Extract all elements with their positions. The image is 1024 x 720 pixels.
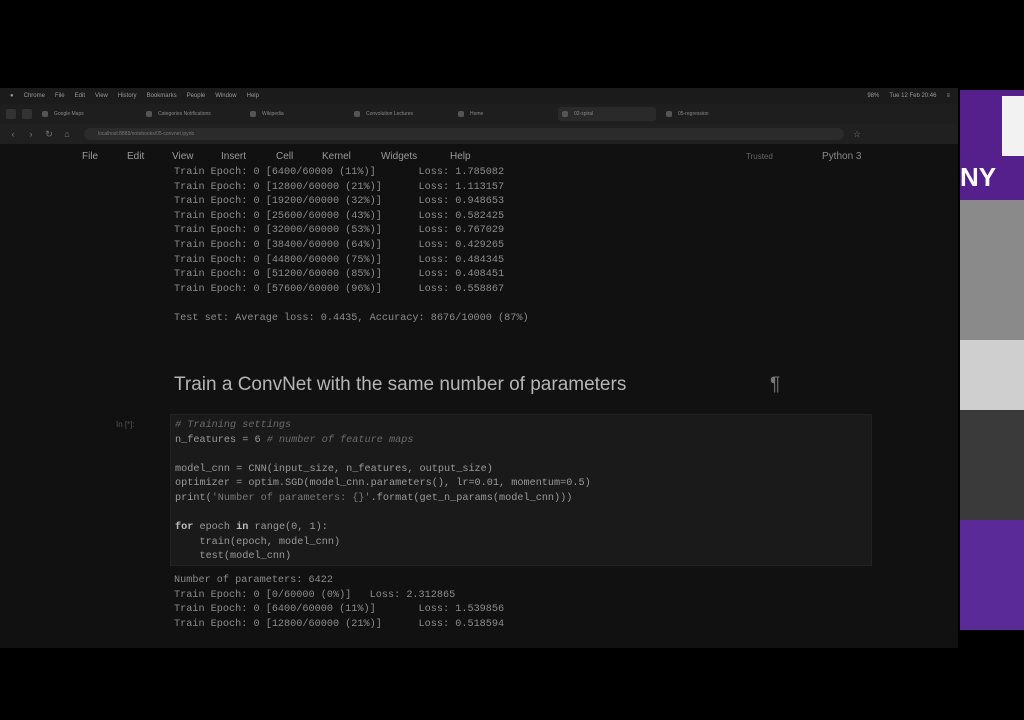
tab-regression[interactable]: 05-regression: [662, 107, 760, 121]
favicon-icon: [42, 111, 48, 117]
mac-menu-bookmarks[interactable]: Bookmarks: [147, 93, 177, 99]
jupyter-menubar: File Edit View Insert Cell Kernel Widget…: [0, 144, 958, 168]
menu-kernel[interactable]: Kernel: [322, 151, 351, 162]
presenter-side-panel: NY: [960, 90, 1024, 630]
menu-help[interactable]: Help: [450, 151, 471, 162]
output-top: Train Epoch: 0 [6400/60000 (11%)] Loss: …: [174, 166, 529, 327]
home-icon[interactable]: [6, 109, 16, 119]
nyu-logo-text: NY: [960, 162, 997, 192]
menu-cell[interactable]: Cell: [276, 151, 293, 162]
app-icon[interactable]: [22, 109, 32, 119]
markdown-heading: Train a ConvNet with the same number of …: [174, 374, 627, 395]
shadow-region: [960, 410, 1024, 520]
kernel-name[interactable]: Python 3: [822, 151, 861, 162]
menu-view[interactable]: View: [172, 151, 194, 162]
output-line: Number of parameters: 6422: [174, 575, 333, 586]
mac-menu-edit[interactable]: Edit: [75, 93, 85, 99]
code-keyword: for: [175, 522, 194, 534]
mac-menubar: ● Chrome File Edit View History Bookmark…: [0, 88, 958, 104]
favicon-icon: [666, 111, 672, 117]
trusted-indicator[interactable]: Trusted: [746, 152, 773, 161]
output-line: Train Epoch: 0 [25600/60000 (43%)] Loss:…: [174, 210, 505, 222]
menu-insert[interactable]: Insert: [221, 151, 246, 162]
apple-icon[interactable]: ●: [10, 93, 14, 99]
tab-google-maps[interactable]: Google Maps: [38, 107, 136, 121]
tab-categories[interactable]: Categories Notifications: [142, 107, 240, 121]
output-line: Test set: Average loss: 0.4435, Accuracy…: [174, 312, 529, 324]
output-line: Train Epoch: 0 [12800/60000 (21%)] Loss:…: [174, 181, 505, 193]
code-line: print(: [175, 492, 212, 504]
mac-menu-chrome[interactable]: Chrome: [24, 93, 45, 99]
favicon-icon: [250, 111, 256, 117]
code-line: range(0, 1):: [248, 522, 328, 534]
laptop-image: [960, 340, 1024, 410]
nyu-banner: NY: [960, 90, 1024, 200]
back-icon[interactable]: ‹: [8, 129, 18, 139]
nyu-banner-bottom: [960, 520, 1024, 630]
mac-menu-people[interactable]: People: [187, 93, 206, 99]
forward-icon[interactable]: ›: [26, 129, 36, 139]
code-string: 'Number of parameters: {}': [211, 492, 371, 504]
battery-status[interactable]: 98%: [867, 93, 879, 99]
favicon-icon: [354, 111, 360, 117]
menu-file[interactable]: File: [82, 151, 98, 162]
mac-menu-help[interactable]: Help: [247, 93, 259, 99]
output-bottom: Number of parameters: 6422 Train Epoch: …: [174, 574, 504, 632]
output-line: Train Epoch: 0 [32000/60000 (53%)] Loss:…: [174, 225, 505, 237]
tab-wikipedia[interactable]: Wikipedia: [246, 107, 344, 121]
reload-icon[interactable]: ↻: [44, 129, 54, 139]
clock[interactable]: Tue 12 Feb 20:46: [889, 93, 936, 99]
code-cell[interactable]: # Training settings n_features = 6 # num…: [170, 414, 872, 566]
tab-convolution[interactable]: Convolution Lectures: [350, 107, 448, 121]
torch-logo-icon: [1002, 96, 1024, 156]
output-line: Train Epoch: 0 [38400/60000 (64%)] Loss:…: [174, 239, 505, 251]
mac-menu-history[interactable]: History: [118, 93, 137, 99]
mac-menu-view[interactable]: View: [95, 93, 108, 99]
favicon-icon: [458, 111, 464, 117]
home-button-icon[interactable]: ⌂: [62, 129, 72, 139]
video-feed: [960, 200, 1024, 520]
output-line: Train Epoch: 0 [44800/60000 (75%)] Loss:…: [174, 254, 505, 266]
code-keyword: in: [236, 522, 249, 534]
output-line: Train Epoch: 0 [6400/60000 (11%)] Loss: …: [174, 167, 505, 178]
favicon-icon: [146, 111, 152, 117]
tab-spiral[interactable]: 02-spiral: [558, 107, 656, 121]
code-line: epoch: [193, 522, 237, 534]
output-line: Train Epoch: 0 [6400/60000 (11%)] Loss: …: [174, 604, 505, 616]
code-editor[interactable]: # Training settings n_features = 6 # num…: [175, 419, 591, 565]
star-icon[interactable]: ☆: [852, 129, 862, 139]
code-line: model_cnn = CNN(input_size, n_features, …: [175, 463, 493, 475]
mac-menu-window[interactable]: Window: [215, 93, 236, 99]
menu-widgets[interactable]: Widgets: [381, 151, 417, 162]
url-input[interactable]: localhost:8888/notebooks/05-convnet.ipyn…: [84, 128, 844, 140]
code-line: n_features = 6: [175, 434, 267, 446]
code-comment: # Training settings: [175, 420, 292, 431]
code-line: train(epoch, model_cnn): [175, 536, 341, 548]
output-line: Train Epoch: 0 [0/60000 (0%)] Loss: 2.31…: [174, 589, 456, 601]
menu-list-icon[interactable]: ≡: [946, 93, 950, 99]
code-line: optimizer = optim.SGD(model_cnn.paramete…: [175, 478, 591, 490]
cell-prompt: In [*]:: [116, 420, 135, 429]
code-line: test(model_cnn): [175, 551, 292, 563]
output-line: Train Epoch: 0 [19200/60000 (32%)] Loss:…: [174, 196, 505, 208]
anchor-link-icon[interactable]: ¶: [770, 374, 780, 396]
favicon-icon: [562, 111, 568, 117]
output-line: Train Epoch: 0 [12800/60000 (21%)] Loss:…: [174, 618, 505, 630]
output-line: Train Epoch: 0 [57600/60000 (96%)] Loss:…: [174, 283, 505, 295]
menu-edit[interactable]: Edit: [127, 151, 144, 162]
output-line: Train Epoch: 0 [51200/60000 (85%)] Loss:…: [174, 269, 505, 281]
mac-menu-file[interactable]: File: [55, 93, 65, 99]
code-line: .format(get_n_params(model_cnn))): [370, 492, 573, 504]
browser-tabbar: Google Maps Categories Notifications Wik…: [0, 104, 958, 124]
code-comment: # number of feature maps: [266, 434, 414, 446]
address-bar-row: ‹ › ↻ ⌂ localhost:8888/notebooks/05-conv…: [0, 124, 958, 144]
tab-home[interactable]: Home: [454, 107, 552, 121]
